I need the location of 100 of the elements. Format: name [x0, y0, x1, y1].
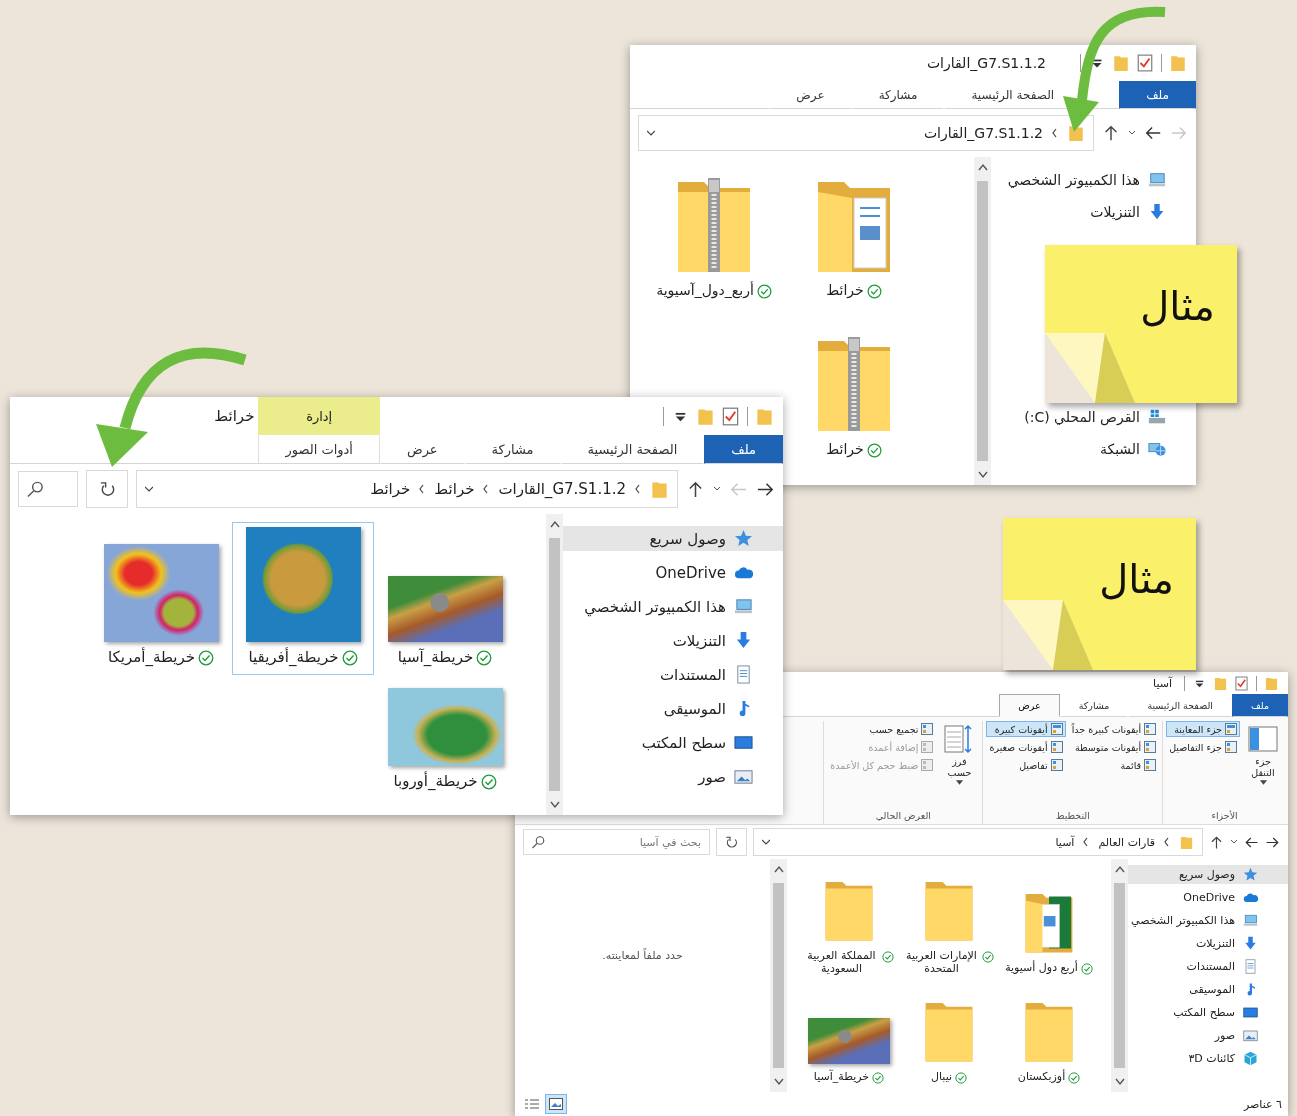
file-tab[interactable]: ملف: [1231, 694, 1288, 717]
note-text: مثال: [1140, 282, 1216, 329]
file-item[interactable]: أربع_دول_آسيوية: [644, 170, 784, 308]
nav-item[interactable]: الموسيقى: [563, 696, 783, 721]
nav-item[interactable]: صور: [1128, 1026, 1288, 1046]
computer-icon: [1148, 170, 1166, 189]
scroll-thumb[interactable]: [977, 180, 988, 461]
file-item[interactable]: خرائط: [784, 170, 924, 308]
ribbon-button[interactable]: جزء التفاصيل: [1166, 739, 1240, 755]
file-tab[interactable]: ملف: [1119, 81, 1196, 109]
file-item[interactable]: نيبال: [899, 994, 999, 1094]
pane-icon: [1248, 724, 1278, 754]
scrollbar[interactable]: [974, 156, 991, 485]
nav-item[interactable]: وصول سريع: [563, 526, 783, 551]
file-item[interactable]: خريطة_أوروبا: [374, 683, 516, 800]
scroll-down-icon[interactable]: [773, 1078, 784, 1086]
picture-icon: [549, 1098, 563, 1110]
chevron-icon[interactable]: [634, 484, 642, 494]
address-bar[interactable]: G7.S1.1.2_القارات: [638, 115, 1094, 151]
large-icons-view-button[interactable]: [545, 1094, 567, 1114]
breadcrumb[interactable]: قارات العالم: [1098, 835, 1155, 849]
checklist-icon[interactable]: [722, 406, 739, 426]
breadcrumb[interactable]: خرائط: [370, 480, 411, 498]
file-tab[interactable]: ملف: [704, 435, 783, 464]
address-bar[interactable]: G7.S1.1.2_القارات خرائط خرائط: [136, 470, 678, 508]
file-item[interactable]: خريطة_أمريكا: [90, 539, 232, 675]
refresh-button[interactable]: [716, 828, 747, 857]
scroll-thumb[interactable]: [773, 883, 784, 1068]
document-icon: [1243, 959, 1258, 975]
scrollbar[interactable]: [770, 859, 787, 1092]
up-arrow-icon[interactable]: [1209, 834, 1224, 850]
document-icon: [734, 665, 753, 684]
view-icon: [1050, 759, 1063, 771]
nav-item[interactable]: صور: [563, 764, 783, 789]
chevron-icon[interactable]: [1051, 127, 1059, 138]
nav-item[interactable]: سطح المكتب: [1128, 1003, 1288, 1023]
file-item[interactable]: خرائط: [784, 330, 924, 467]
scroll-up-icon[interactable]: [773, 865, 784, 874]
nav-item[interactable]: وصول سريع: [1128, 865, 1288, 885]
download-icon: [1148, 203, 1166, 222]
checklist-icon[interactable]: [1235, 675, 1248, 691]
scroll-up-icon[interactable]: [1114, 865, 1125, 874]
ribbon-button[interactable]: جزء التنقل: [1243, 721, 1283, 788]
nav-item[interactable]: التنزيلات: [563, 628, 783, 653]
checklist-icon[interactable]: [1137, 54, 1153, 72]
breadcrumb[interactable]: خرائط: [434, 480, 475, 498]
file-item[interactable]: خريطة_أفريقيا: [232, 522, 374, 675]
scroll-thumb[interactable]: [549, 538, 560, 791]
ribbon-button[interactable]: أيقونات كبيرة جداً: [1068, 721, 1160, 737]
nav-item[interactable]: كائنات ٣D: [1128, 1049, 1288, 1069]
nav-item[interactable]: الموسيقى: [1128, 980, 1288, 1000]
ribbon-button[interactable]: أيقونات متوسطة: [1068, 739, 1160, 755]
file-item[interactable]: الإمارات العربية المتحدة: [899, 873, 999, 985]
scrollbar[interactable]: [1111, 859, 1128, 1092]
file-item[interactable]: المملكة العربية السعودية: [799, 873, 899, 985]
dropdown-icon[interactable]: [145, 484, 153, 494]
nav-item[interactable]: سطح المكتب: [563, 730, 783, 755]
scroll-down-icon[interactable]: [1114, 1078, 1125, 1086]
ribbon-button[interactable]: قائمة: [1068, 757, 1160, 773]
nav-item[interactable]: هذا الكمبيوتر الشخصي: [563, 594, 783, 619]
ribbon-tab[interactable]: عرض: [999, 694, 1060, 717]
file-item[interactable]: أوزبكستان: [999, 994, 1099, 1094]
ribbon-button[interactable]: فرز حسب: [939, 721, 980, 788]
scroll-down-icon[interactable]: [977, 471, 988, 479]
scroll-up-icon[interactable]: [549, 520, 560, 528]
nav-item[interactable]: المستندات: [563, 662, 783, 687]
file-item[interactable]: خريطة_آسيا: [374, 571, 516, 675]
ribbon-button[interactable]: أيقونات صغيرة: [986, 739, 1066, 755]
nav-item[interactable]: التنزيلات: [1128, 934, 1288, 954]
ribbon-tab[interactable]: أدوات الصور: [258, 435, 380, 464]
nav-item[interactable]: المستندات: [1128, 957, 1288, 977]
breadcrumb[interactable]: G7.S1.1.2_القارات: [923, 124, 1043, 141]
ribbon-button[interactable]: تجميع حسب: [827, 721, 937, 737]
file-item[interactable]: خريطة_آسيا: [799, 1012, 899, 1094]
scroll-up-icon[interactable]: [977, 162, 988, 171]
ribbon-button[interactable]: جزء المعاينة: [1166, 721, 1240, 737]
view-icon: [1050, 723, 1063, 735]
caret-icon: [1259, 780, 1267, 785]
ribbon-button[interactable]: أيقونات كبيرة: [986, 721, 1066, 737]
chevron-icon[interactable]: [1163, 837, 1171, 848]
up-arrow-icon[interactable]: [1102, 123, 1120, 142]
refresh-button[interactable]: [86, 470, 128, 508]
nav-item[interactable]: OneDrive: [1128, 888, 1288, 908]
address-bar[interactable]: قارات العالم آسيا: [752, 828, 1203, 857]
scrollbar[interactable]: [546, 514, 563, 815]
search-field[interactable]: بحث في آسيا: [523, 829, 710, 856]
file-item[interactable]: أربع دول أسيوية: [999, 885, 1099, 985]
breadcrumb[interactable]: G7.S1.1.2_القارات: [498, 480, 626, 498]
breadcrumb[interactable]: آسيا: [1055, 835, 1075, 849]
ribbon-button[interactable]: تفاصيل: [986, 757, 1066, 773]
search-field[interactable]: [18, 471, 78, 507]
nav-item[interactable]: التنزيلات: [991, 200, 1196, 225]
sort-icon: [944, 724, 975, 754]
nav-item[interactable]: هذا الكمبيوتر الشخصي: [1128, 911, 1288, 931]
nav-item[interactable]: القرص المحلي (C:): [991, 404, 1196, 429]
nav-item[interactable]: الشبكة: [991, 436, 1196, 461]
scroll-thumb[interactable]: [1114, 883, 1125, 1068]
nav-item[interactable]: OneDrive: [563, 560, 783, 585]
scroll-down-icon[interactable]: [549, 801, 560, 809]
nav-item[interactable]: هذا الكمبيوتر الشخصي: [991, 167, 1196, 192]
